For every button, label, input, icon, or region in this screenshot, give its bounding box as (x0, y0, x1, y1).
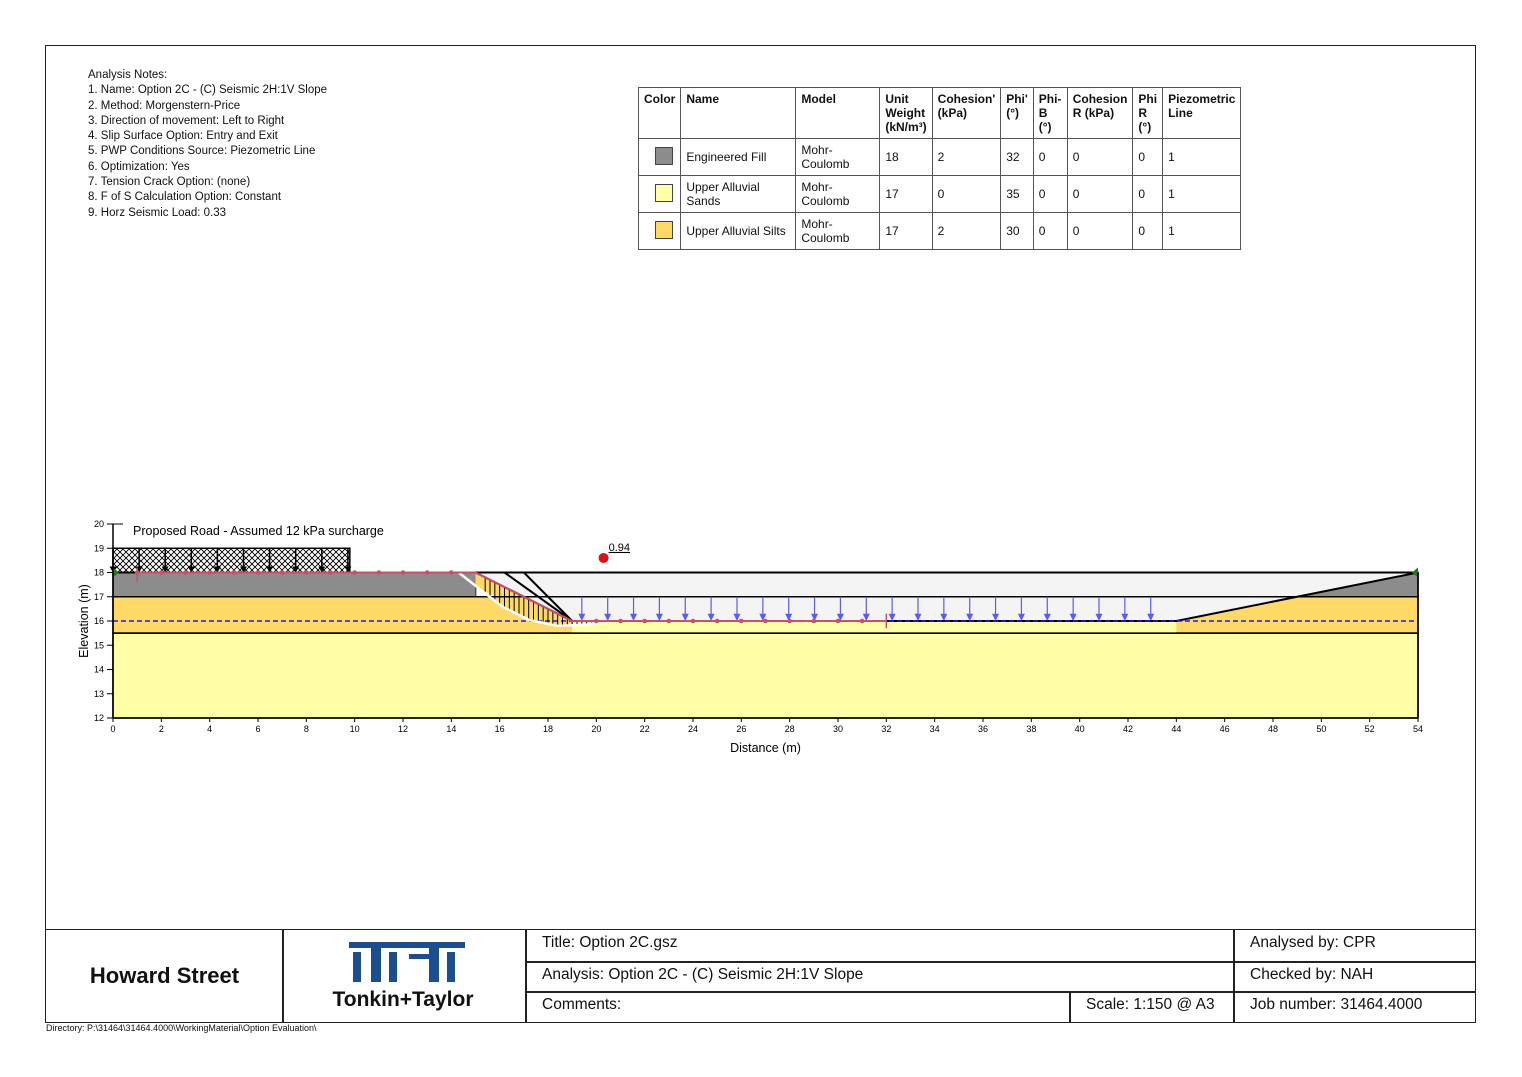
slip-grid-point (376, 570, 382, 575)
x-tick-label: 14 (446, 724, 456, 734)
slip-grid-point (352, 570, 357, 575)
slip-grid-point (787, 618, 792, 624)
slip-grid-point (690, 618, 696, 624)
job-number: Job number: 31464.4000 (1233, 991, 1476, 1023)
slip-grid-point (183, 570, 188, 575)
x-tick-label: 4 (207, 724, 212, 734)
slip-grid-point (642, 618, 647, 624)
surcharge-label: Proposed Road - Assumed 12 kPa surcharge (133, 524, 384, 538)
x-tick-label: 16 (495, 724, 505, 734)
surcharge-load-block (112, 547, 351, 574)
x-tick-label: 32 (881, 724, 891, 734)
directory-path: Directory: P:\31464\31464.4000\WorkingMa… (46, 1023, 317, 1033)
x-tick-label: 34 (930, 724, 940, 734)
title-block: Howard Street Tonkin+Taylor Title: Optio… (45, 929, 1476, 1023)
sands-layer-lower (112, 632, 1419, 719)
slip-grid-point (279, 570, 285, 575)
y-tick-label: 19 (94, 543, 104, 553)
analysis-name: Analysis: Option 2C - (C) Seismic 2H:1V … (525, 961, 1235, 993)
project-name: Howard Street (45, 929, 284, 1023)
x-tick-label: 18 (543, 724, 553, 734)
slip-grid-point (714, 618, 720, 624)
x-tick-label: 28 (785, 724, 795, 734)
slip-grid-point (763, 618, 768, 624)
y-tick-label: 13 (94, 689, 104, 699)
y-tick-label: 16 (94, 616, 104, 626)
x-tick-label: 8 (304, 724, 309, 734)
slip-grid-point (618, 618, 623, 624)
tonkin-taylor-logo-icon: Tonkin+Taylor (333, 942, 474, 1011)
x-tick-label: 22 (640, 724, 650, 734)
x-tick-label: 24 (688, 724, 698, 734)
y-tick-label: 15 (94, 640, 104, 650)
y-tick-label: 12 (94, 713, 104, 723)
slip-grid-point (811, 618, 817, 624)
x-tick-label: 30 (833, 724, 843, 734)
slip-grid-point (666, 618, 672, 624)
x-tick-label: 40 (1075, 724, 1085, 734)
x-tick-label: 10 (350, 724, 360, 734)
y-tick-label: 17 (94, 592, 104, 602)
cross-section-plot: 0.94 Proposed Road - Assumed 12 kPa surch… (77, 519, 1423, 755)
slip-grid-point (739, 618, 744, 624)
y-tick-label: 18 (94, 568, 104, 578)
drawing-title: Title: Option 2C.gsz (525, 929, 1235, 963)
x-tick-label: 6 (255, 724, 260, 734)
surcharge-leader-line (112, 523, 123, 549)
x-tick-label: 50 (1316, 724, 1326, 734)
slip-grid-point (328, 570, 333, 575)
checked-by: Checked by: NAH (1233, 961, 1476, 993)
company-name: Tonkin+Taylor (333, 988, 474, 1011)
x-tick-label: 52 (1365, 724, 1375, 734)
slip-grid-point (304, 570, 309, 575)
x-tick-label: 2 (159, 724, 164, 734)
x-axis-label: Distance (m) (730, 741, 801, 755)
critical-slip-center (598, 552, 609, 563)
slip-grid-point (835, 618, 841, 624)
slip-grid-point (207, 570, 212, 575)
y-axis-label: Elevation (m) (77, 584, 91, 658)
y-tick-label: 14 (94, 665, 104, 675)
x-tick-label: 42 (1123, 724, 1133, 734)
x-tick-label: 38 (1026, 724, 1036, 734)
x-tick-label: 36 (978, 724, 988, 734)
engineered-fill-left (112, 571, 477, 598)
x-tick-label: 48 (1268, 724, 1278, 734)
x-tick-label: 12 (398, 724, 408, 734)
slip-grid-point (594, 618, 599, 624)
x-tick-label: 26 (736, 724, 746, 734)
slip-grid-point (255, 570, 261, 575)
x-tick-label: 54 (1413, 724, 1423, 734)
slip-grid-point (449, 570, 454, 575)
factor-of-safety-label: 0.94 (609, 542, 630, 554)
slip-grid-point (231, 570, 237, 575)
scale: Scale: 1:150 @ A3 (1069, 991, 1235, 1023)
comments: Comments: (525, 991, 1071, 1023)
analysed-by: Analysed by: CPR (1233, 929, 1476, 963)
x-tick-label: 46 (1220, 724, 1230, 734)
slip-grid-point (159, 570, 164, 575)
base-sands (572, 621, 1177, 634)
x-tick-label: 20 (591, 724, 601, 734)
slip-grid-point (859, 618, 865, 624)
x-tick-label: 44 (1171, 724, 1181, 734)
company-logo: Tonkin+Taylor (282, 929, 527, 1023)
slip-grid-point (424, 570, 430, 575)
x-tick-label: 0 (110, 724, 115, 734)
slip-grid-point (400, 570, 406, 575)
y-tick-label: 20 (94, 519, 104, 529)
